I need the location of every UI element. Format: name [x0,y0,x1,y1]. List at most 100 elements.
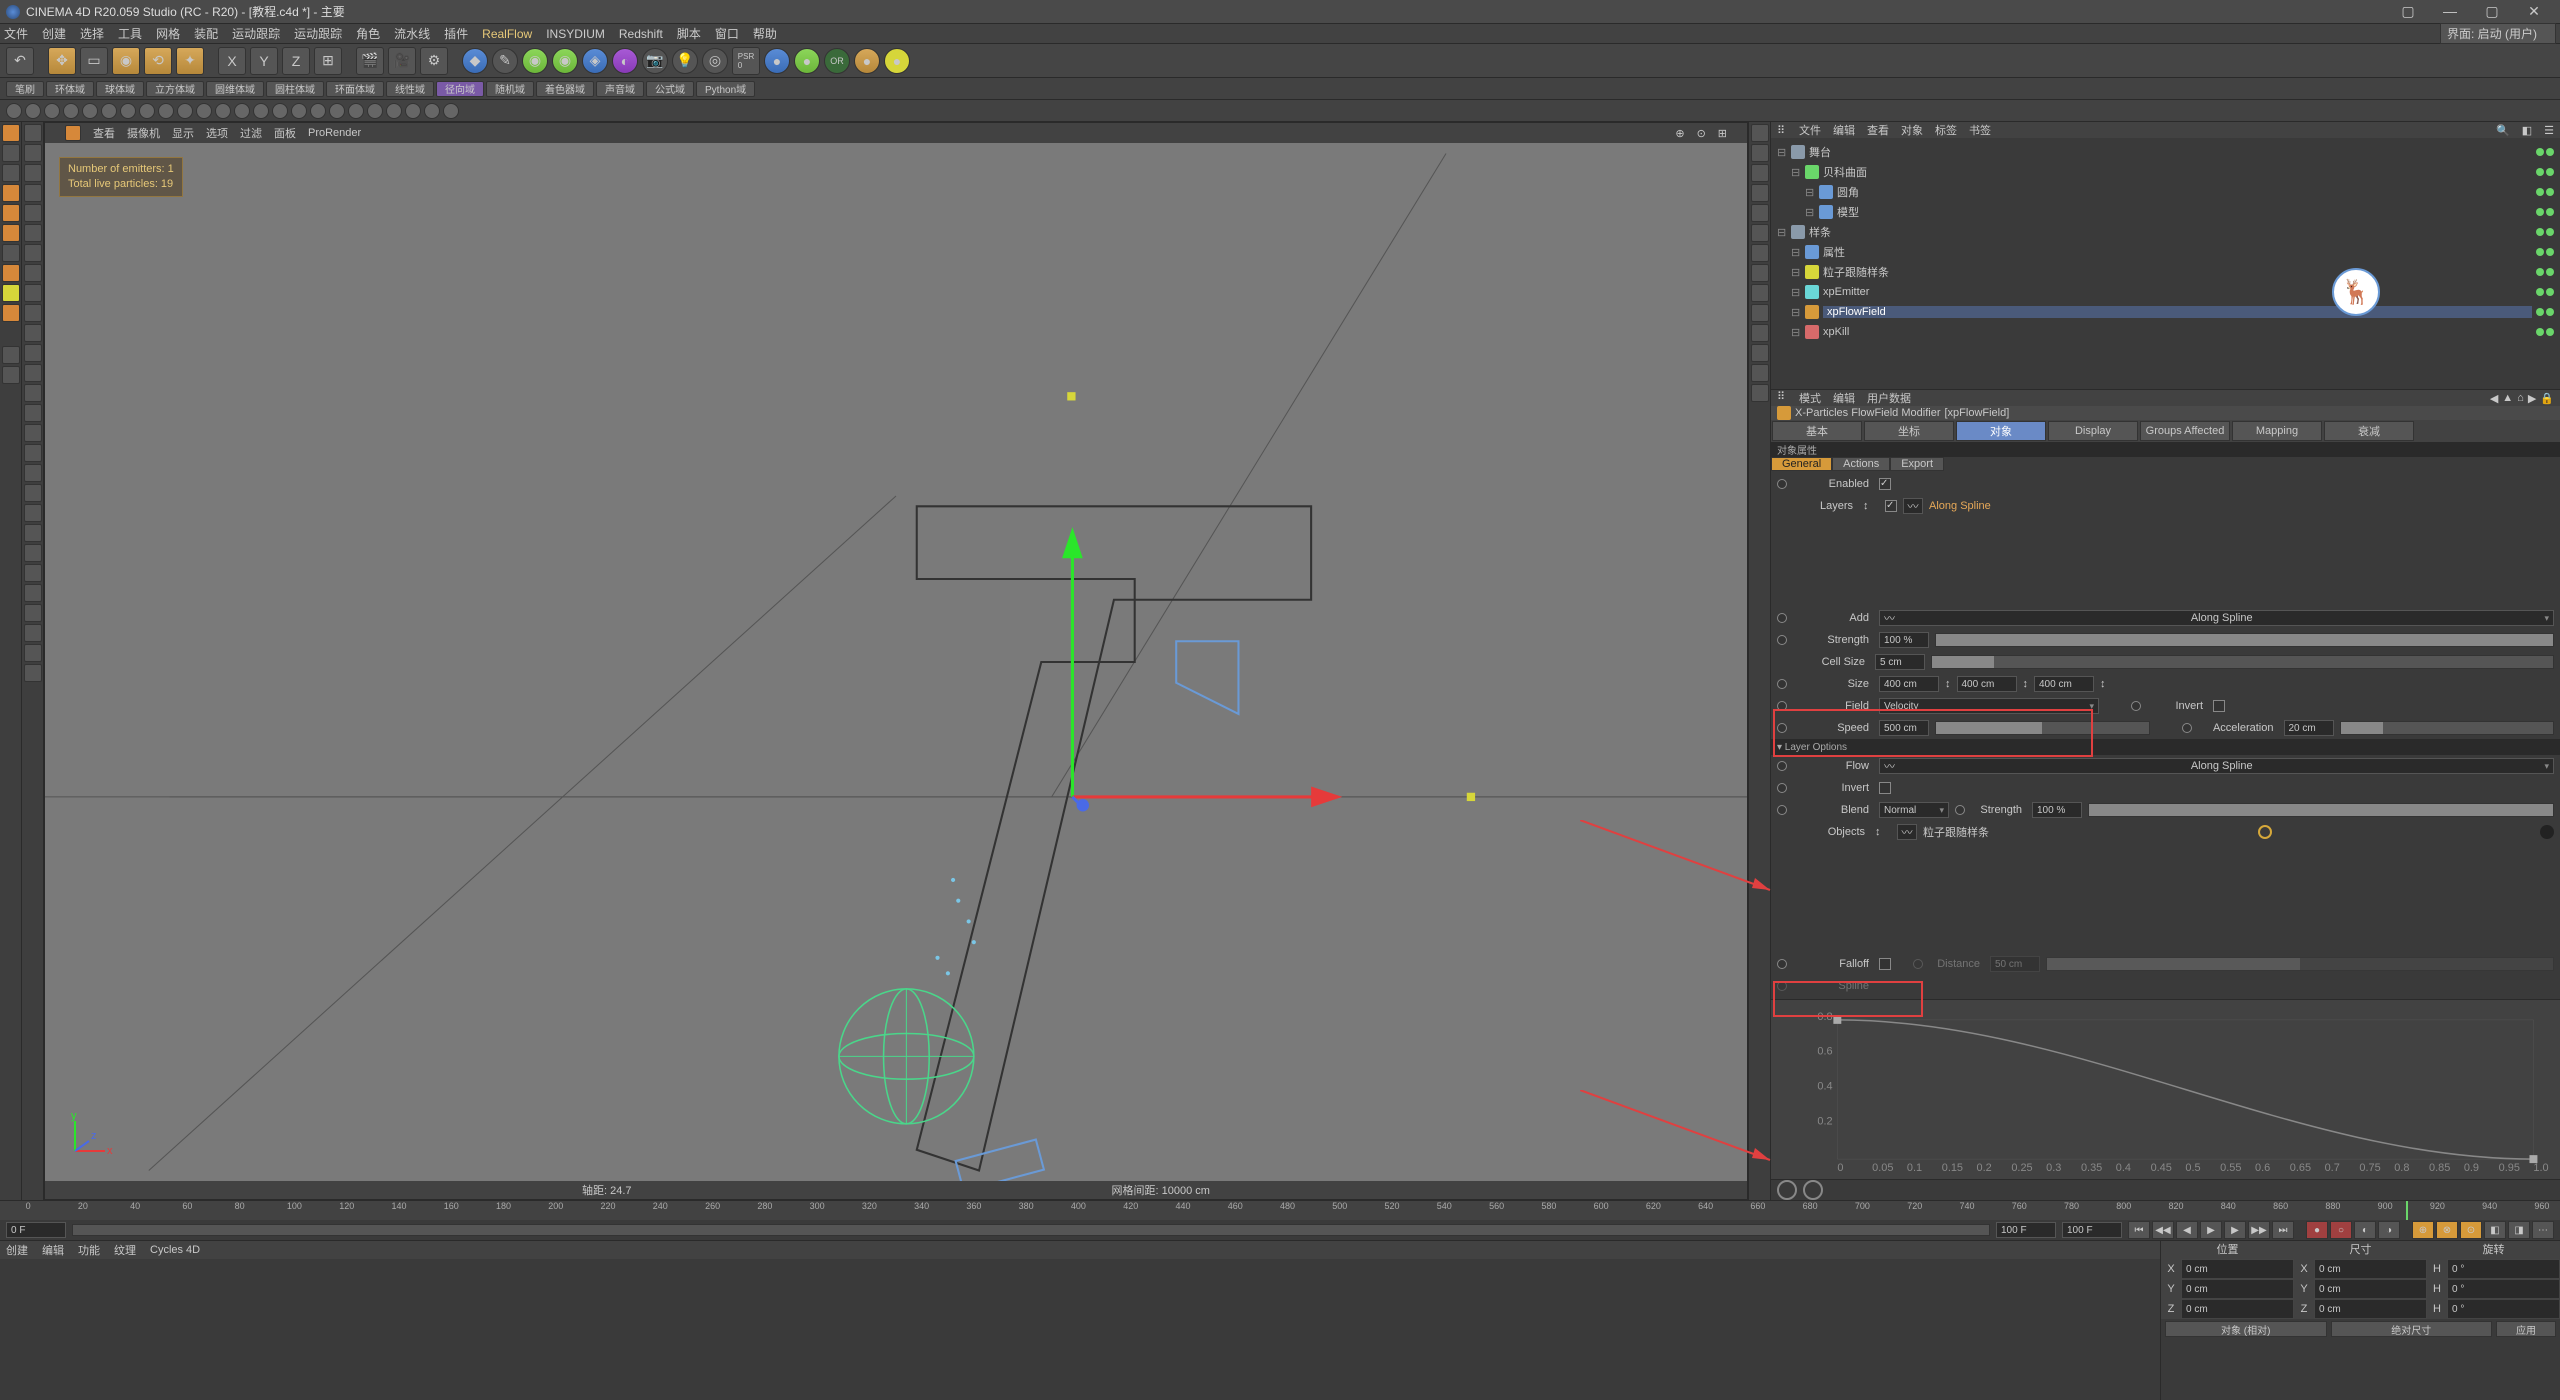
menu-motion[interactable]: 运动跟踪 [232,25,280,42]
snap-option[interactable] [24,484,42,502]
menu-tools[interactable]: 工具 [118,25,142,42]
object-name[interactable]: 贝科曲面 [1823,164,2532,180]
select-tool[interactable]: ▭ [80,47,108,75]
snap-option[interactable] [24,564,42,582]
accel-slider[interactable] [2340,721,2555,735]
field-dot[interactable] [1777,701,1787,711]
menu-mesh[interactable]: 网格 [156,25,180,42]
om-search-icon[interactable]: 🔍 [2496,124,2510,137]
mat-menu-func[interactable]: 功能 [78,1242,100,1258]
snap-option[interactable] [24,604,42,622]
coord-sys[interactable]: ⊞ [314,47,342,75]
coord-size-dropdown[interactable]: 绝对尺寸 [2331,1321,2493,1337]
menu-create[interactable]: 创建 [42,25,66,42]
mat-menu-cycles[interactable]: Cycles 4D [150,1244,200,1256]
falloff-dot[interactable] [1777,959,1787,969]
size-y-input[interactable]: 400 cm [1957,676,2017,692]
menu-realflow[interactable]: RealFlow [482,27,532,41]
snap-option[interactable] [24,184,42,202]
prev-key-button[interactable]: ◀◀ [2152,1221,2174,1239]
effector-dot[interactable] [44,103,60,119]
snap-option[interactable] [24,644,42,662]
subtab-export[interactable]: Export [1890,457,1944,471]
chip-python[interactable]: Python域 [696,81,755,97]
vp-menu-panel[interactable]: 面板 [274,125,296,141]
vp-menu-filter[interactable]: 过滤 [240,125,262,141]
footer-icon-a[interactable] [1777,1180,1797,1200]
snap-option[interactable] [24,224,42,242]
right-strip-btn[interactable] [1751,364,1769,382]
object-name[interactable]: xpFlowField [1823,306,2532,318]
om-menu-object[interactable]: 对象 [1901,122,1923,138]
objects-value[interactable]: 粒子跟随样条 [1923,824,1989,840]
link-target-icon[interactable] [2540,825,2554,839]
rotate-tool[interactable]: ⟲ [144,47,172,75]
generator2[interactable]: ◉ [552,48,578,74]
render-region[interactable]: 🎥 [388,47,416,75]
menu-pipeline[interactable]: 流水线 [394,25,430,42]
coord-size-input[interactable]: 0 cm [2314,1299,2427,1319]
strength-dot[interactable] [1777,635,1787,645]
field-dropdown[interactable]: Velocity [1879,698,2099,714]
coord-rot-input[interactable]: 0 ° [2447,1279,2560,1299]
tl-end-field[interactable]: 100 F [1996,1222,2056,1238]
autokey-button[interactable]: ○ [2330,1221,2352,1239]
snap-option[interactable] [24,584,42,602]
vp-nav-icon[interactable]: ⊞ [1718,127,1727,140]
effector-dot[interactable] [101,103,117,119]
key-more[interactable]: ⋯ [2532,1221,2554,1239]
mode-snap[interactable] [2,284,20,302]
render-view[interactable]: 🎬 [356,47,384,75]
enabled-checkbox[interactable] [1879,478,1891,490]
tab-coord[interactable]: 坐标 [1864,421,1954,441]
playhead[interactable] [2406,1201,2408,1220]
deformer[interactable]: ◈ [582,48,608,74]
key-scale[interactable]: ⊗ [2436,1221,2458,1239]
viewport-canvas[interactable]: Number of emitters: 1 Total live particl… [45,143,1747,1181]
flow-dot[interactable] [1777,761,1787,771]
vp-menu-prorender[interactable]: ProRender [308,127,361,139]
accel-dot[interactable] [2182,723,2192,733]
play-button[interactable]: ▶ [2200,1221,2222,1239]
effector-dot[interactable] [82,103,98,119]
key-rot[interactable]: ⊙ [2460,1221,2482,1239]
snap-option[interactable] [24,504,42,522]
snap-option[interactable] [24,624,42,642]
move-tool[interactable]: ✥ [48,47,76,75]
coord-pos-input[interactable]: 0 cm [2181,1279,2294,1299]
menu-file[interactable]: 文件 [4,25,28,42]
snap-option[interactable] [24,164,42,182]
strength2-slider[interactable] [2088,803,2554,817]
right-strip-btn[interactable] [1751,284,1769,302]
generator[interactable]: ◉ [522,48,548,74]
mat-menu-edit[interactable]: 编辑 [42,1242,64,1258]
object-row[interactable]: ⊟ 粒子跟随样条 [1777,262,2554,282]
mat-b[interactable] [2,366,20,384]
key-opts-b[interactable]: ◑ [2378,1221,2400,1239]
snap-option[interactable] [24,284,42,302]
chip-sound[interactable]: 声音域 [596,81,644,97]
window-extra-button[interactable]: ▢ [2394,3,2422,20]
object-row[interactable]: ⊟ 样条 [1777,222,2554,242]
invert-checkbox[interactable] [2213,700,2225,712]
size-dot[interactable] [1777,679,1787,689]
right-strip-btn[interactable] [1751,184,1769,202]
tool-e[interactable]: ● [884,48,910,74]
vp-menu-options[interactable]: 选项 [206,125,228,141]
mode-model[interactable] [2,124,20,142]
coord-pos-input[interactable]: 0 cm [2181,1299,2294,1319]
object-row[interactable]: ⊟ 属性 [1777,242,2554,262]
vp-nav-icon[interactable]: ⊕ [1675,127,1684,140]
window-max-button[interactable]: ▢ [2478,3,2506,20]
material-manager[interactable]: 创建 编辑 功能 纹理 Cycles 4D [0,1240,2160,1400]
chip-random[interactable]: 随机域 [486,81,534,97]
am-nav-up[interactable]: ▲ [2502,392,2513,405]
or-button[interactable]: OR [824,48,850,74]
right-strip-btn[interactable] [1751,344,1769,362]
am-nav-home[interactable]: ⌂ [2517,392,2524,405]
chip-sphere[interactable]: 球体域 [96,81,144,97]
menu-insydium[interactable]: INSYDIUM [546,27,605,41]
mode-object[interactable] [2,264,20,282]
chip-shader[interactable]: 着色器域 [536,81,594,97]
object-name[interactable]: xpKill [1823,326,2532,338]
